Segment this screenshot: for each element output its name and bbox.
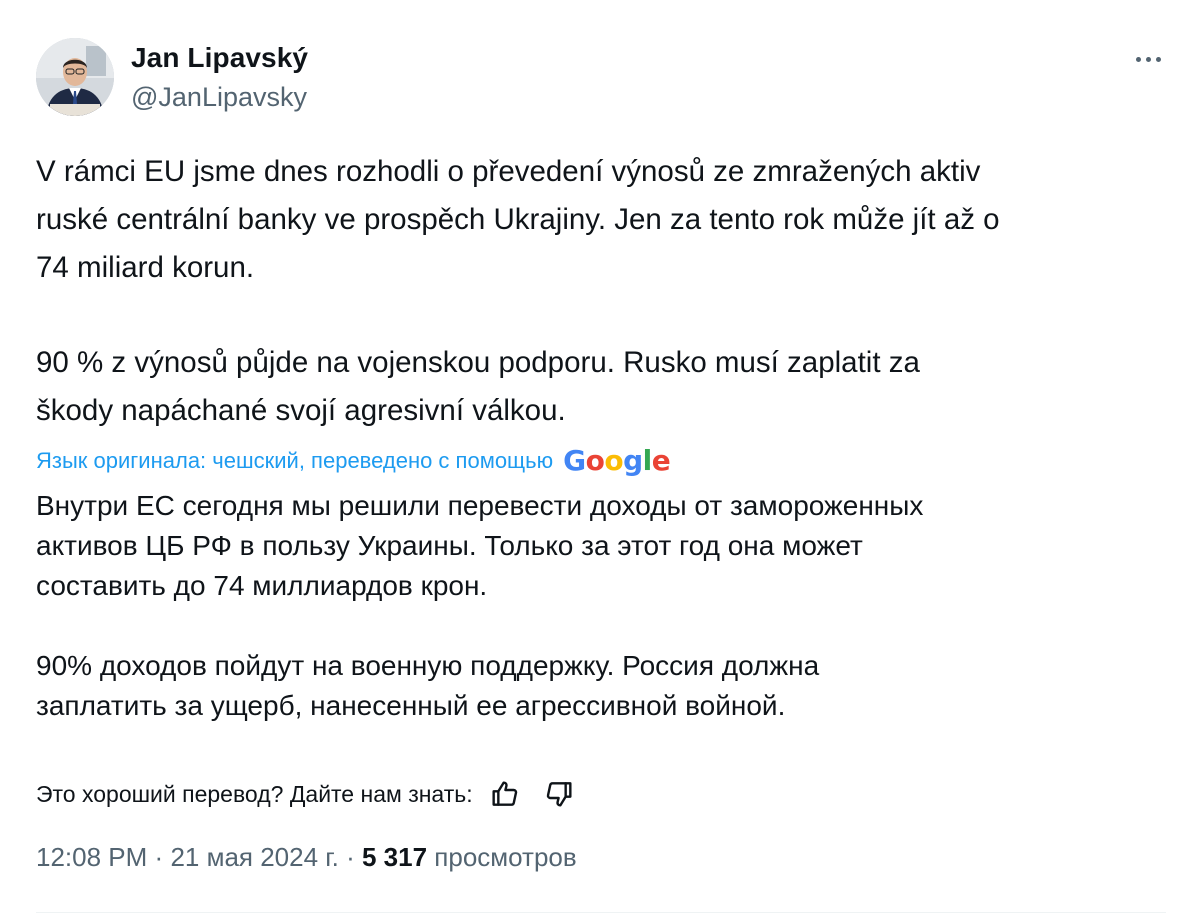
thumbs-down-button[interactable]: [539, 774, 579, 814]
author-name[interactable]: Jan Lipavský: [131, 42, 308, 74]
tweet-date[interactable]: 21 мая 2024 г.: [170, 842, 338, 872]
tweet-paragraph: 90 % z výnosů půjde na vojenskou podporu…: [36, 346, 920, 427]
tweet-paragraph: V rámci EU jsme dnes rozhodli o převeden…: [36, 155, 1000, 284]
divider: [36, 912, 1166, 913]
meta-separator: ·: [154, 842, 164, 872]
views-count: 5 317: [361, 842, 428, 872]
translation-note[interactable]: Язык оригинала: чешский, переведено с по…: [36, 448, 553, 474]
google-logo: Google: [563, 444, 671, 477]
more-horizontal-icon-dot: [1145, 56, 1151, 62]
thumbs-up-button[interactable]: [485, 774, 525, 814]
tweet-meta: 12:08 PM · 21 мая 2024 г. · 5 317 просмо…: [36, 842, 577, 873]
thumbs-down-icon: [546, 782, 572, 807]
views-label: просмотров: [434, 842, 577, 872]
avatar[interactable]: [36, 38, 114, 116]
thumbs-up-icon: [492, 781, 517, 806]
more-horizontal-icon: [1135, 56, 1141, 62]
author-handle[interactable]: @JanLipavsky: [131, 82, 307, 113]
more-horizontal-icon-dot: [1155, 56, 1161, 62]
more-options-button[interactable]: [1130, 44, 1166, 74]
tweet-time[interactable]: 12:08 PM: [36, 842, 147, 872]
meta-separator: ·: [346, 842, 355, 872]
translated-paragraph: 90% доходов пойдут на военную поддержку.…: [36, 650, 820, 721]
translation-attribution[interactable]: Язык оригинала: чешский, переведено с по…: [36, 444, 671, 477]
translated-paragraph: Внутри ЕС сегодня мы решили перевести до…: [36, 490, 924, 601]
feedback-prompt: Это хороший перевод? Дайте нам знать:: [36, 780, 473, 807]
translation-feedback: Это хороший перевод? Дайте нам знать:: [36, 774, 579, 814]
tweet-card: Jan Lipavský @JanLipavsky V rámci EU jsm…: [0, 0, 1202, 920]
